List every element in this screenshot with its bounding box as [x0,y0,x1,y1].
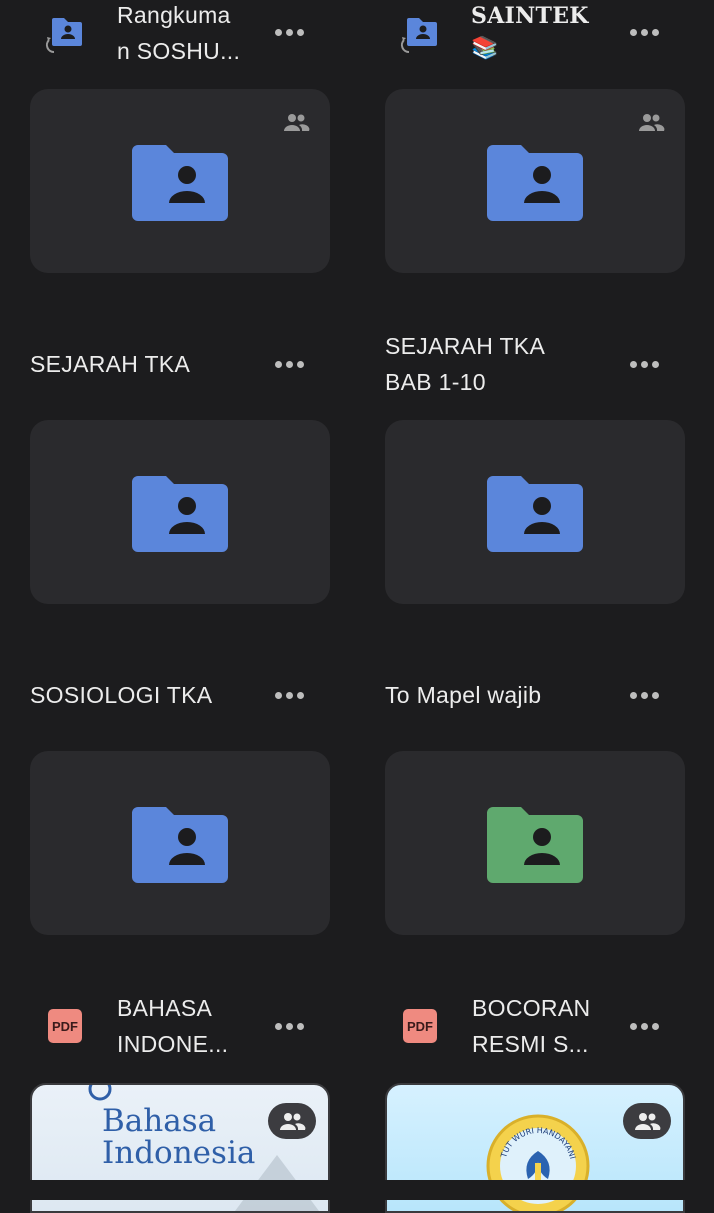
thumbnail-title: Bahasa Indonesia [102,1103,256,1171]
item-title: BAHASA INDONE... [117,995,229,1057]
folder-card[interactable] [30,420,330,604]
pdf-icon: PDF [403,1009,437,1043]
shared-folder-icon [487,476,583,552]
shared-people-icon [284,114,310,131]
shortcut-folder-icon [395,14,439,63]
people-icon [280,1113,306,1130]
more-options-button[interactable] [626,680,662,710]
folder-card[interactable] [30,751,330,935]
item-title: BOCORAN RESMI S... [472,995,591,1057]
shared-people-icon [639,114,665,131]
shared-folder-icon [487,807,583,883]
folder-card[interactable] [385,89,685,273]
item-title: SOSIOLOGI TKA [30,682,213,708]
shared-folder-icon [487,145,583,221]
folder-card[interactable] [385,751,685,935]
more-options-button[interactable] [271,17,307,47]
more-options-button[interactable] [626,1011,662,1041]
shared-folder-icon [132,476,228,552]
more-options-button[interactable] [626,17,662,47]
people-icon [635,1113,661,1130]
shared-folder-icon [132,807,228,883]
item-row-3-left[interactable]: SOSIOLOGI TKA [30,661,330,731]
item-title: Rangkuma n SOSHU... [117,2,241,64]
more-options-button[interactable] [271,680,307,710]
item-row-4-right[interactable]: PDF BOCORAN RESMI S... [385,990,685,1060]
folder-card[interactable] [30,89,330,273]
more-options-button[interactable] [271,1011,307,1041]
item-row-2-left[interactable]: SEJARAH TKA [30,330,330,400]
folder-card[interactable] [385,420,685,604]
item-title: SAINTEK 📚 [471,3,589,61]
item-row-4-left[interactable]: PDF BAHASA INDONE... [30,990,330,1060]
pdf-icon: PDF [48,1009,82,1043]
item-row-2-right[interactable]: SEJARAH TKA BAB 1-10 [385,330,685,400]
bottom-edge [0,1180,714,1200]
item-row-3-right[interactable]: To Mapel wajib [385,661,685,731]
shared-folder-icon [132,145,228,221]
shared-badge [268,1103,316,1139]
more-options-button[interactable] [271,349,307,379]
item-title: SEJARAH TKA BAB 1-10 [385,333,546,395]
shortcut-folder-icon [40,14,84,63]
item-row-1-left[interactable]: Rangkuma n SOSHU... [30,0,330,70]
item-title: SEJARAH TKA [30,351,191,377]
shared-badge [623,1103,671,1139]
more-options-button[interactable] [626,349,662,379]
item-row-1-right[interactable]: SAINTEK 📚 [385,0,685,70]
item-title: To Mapel wajib [385,682,542,708]
